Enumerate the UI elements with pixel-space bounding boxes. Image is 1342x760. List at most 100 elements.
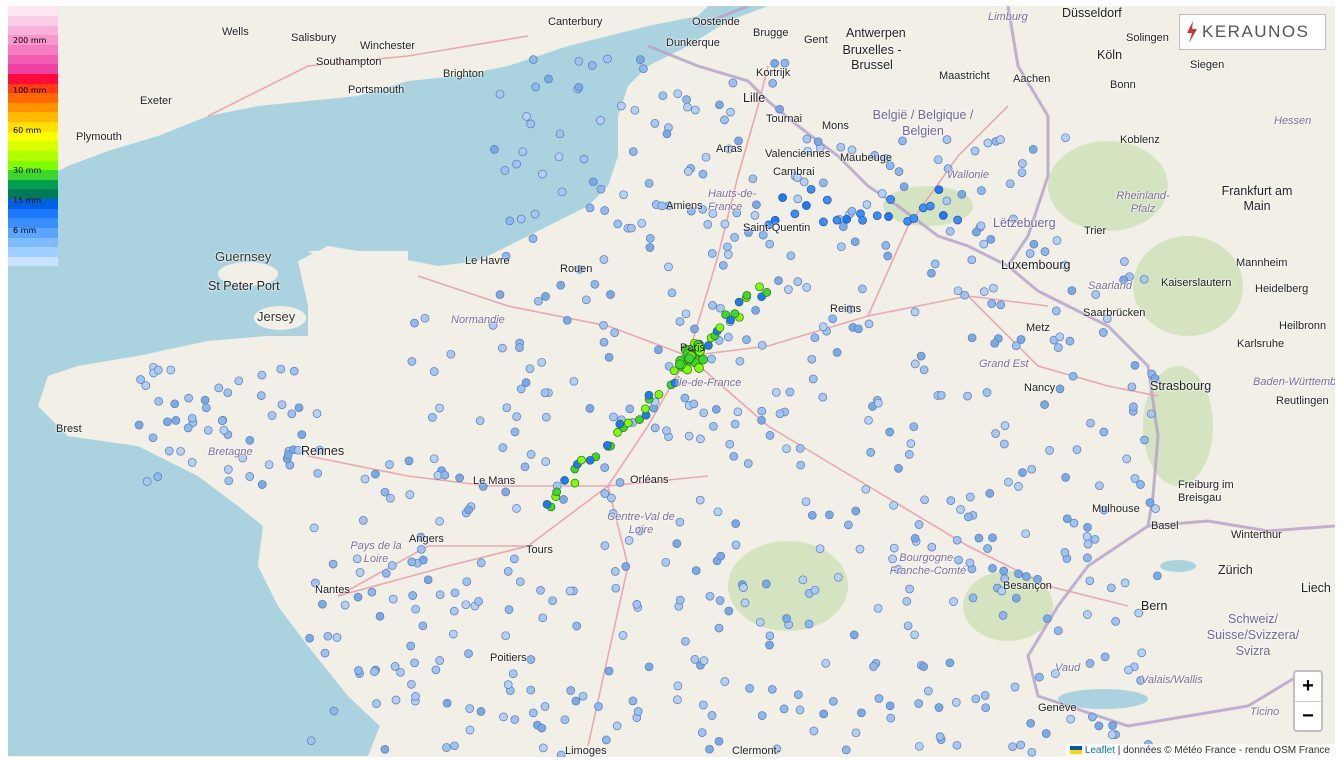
city-label: Strasbourg xyxy=(1150,379,1212,393)
rain-station-dot xyxy=(1082,532,1092,541)
rain-station-dot xyxy=(662,426,671,436)
rain-station-dot xyxy=(474,596,483,606)
rain-station-dot xyxy=(1025,249,1035,258)
rain-station-dot xyxy=(762,288,772,297)
rain-station-dot xyxy=(1120,578,1130,588)
rain-station-dot xyxy=(245,472,255,481)
zoom-in-button[interactable]: + xyxy=(1295,672,1321,702)
rain-station-dot xyxy=(476,558,486,568)
rain-station-dot xyxy=(698,354,708,365)
region-label: Hauts-de-France xyxy=(708,188,757,213)
rain-station-dot xyxy=(1067,286,1077,295)
rain-station-dot xyxy=(690,105,700,115)
rain-station-dot xyxy=(1065,336,1075,346)
rain-station-dot xyxy=(455,473,464,483)
rain-station-dot xyxy=(765,239,775,249)
rain-station-dot xyxy=(795,705,805,715)
rain-station-dot xyxy=(312,409,322,418)
rain-station-dot xyxy=(906,439,916,448)
rain-station-dot xyxy=(886,713,896,723)
rain-station-dot xyxy=(708,301,717,310)
city-label: Solingen xyxy=(1126,32,1169,44)
city-label: Brest xyxy=(56,423,82,435)
region-label: Baden-Württemb xyxy=(1253,376,1335,388)
region-label: Pays de la Loire xyxy=(350,540,402,565)
rain-station-dot xyxy=(464,649,473,658)
rain-station-dot xyxy=(612,721,622,731)
rain-station-dot xyxy=(790,209,800,219)
rain-station-dot xyxy=(765,631,775,641)
rain-station-dot xyxy=(963,391,972,401)
rain-station-dot xyxy=(673,695,682,705)
rain-station-dot xyxy=(1086,418,1095,428)
rain-station-dot xyxy=(510,554,519,564)
rain-station-dot xyxy=(914,520,924,529)
rain-station-dot xyxy=(923,686,933,696)
rain-station-dot xyxy=(949,597,958,606)
city-label: Arras xyxy=(716,143,743,155)
map-canvas[interactable]: Paris xyxy=(8,6,1335,757)
rain-station-dot xyxy=(725,439,735,449)
rain-station-dot xyxy=(1061,133,1070,143)
rain-station-dot xyxy=(615,478,625,487)
rain-station-dot xyxy=(1108,721,1117,730)
zoom-out-button[interactable]: − xyxy=(1295,702,1321,731)
rain-station-dot xyxy=(1029,239,1039,249)
rain-station-dot xyxy=(899,182,909,192)
rain-station-dot xyxy=(596,184,606,194)
keraunos-logo[interactable]: KERAUNOS xyxy=(1179,14,1326,50)
city-label: Besançon xyxy=(1003,580,1052,592)
rain-station-dot xyxy=(1130,360,1140,370)
legend-color-band xyxy=(8,63,58,74)
rain-station-dot xyxy=(372,699,381,708)
rain-station-dot xyxy=(332,633,342,642)
rain-station-dot xyxy=(153,365,163,375)
leaflet-link[interactable]: Leaflet xyxy=(1085,745,1115,756)
rain-station-dot xyxy=(538,743,548,753)
rain-station-dot xyxy=(748,174,758,184)
rain-station-dot xyxy=(982,388,992,397)
rain-station-dot xyxy=(664,262,673,272)
rain-station-dot xyxy=(801,497,811,507)
legend-color-band xyxy=(8,6,58,17)
rain-station-dot xyxy=(522,112,531,121)
legend-color-band xyxy=(8,15,58,26)
rain-station-dot xyxy=(739,583,748,592)
rain-station-dot xyxy=(987,299,997,308)
rain-station-dot xyxy=(715,323,725,333)
legend-color-band xyxy=(8,111,58,123)
rain-station-dot xyxy=(142,477,152,486)
region-label: Saarland xyxy=(1088,280,1133,292)
rain-station-dot xyxy=(983,138,993,148)
rain-station-dot xyxy=(989,283,998,293)
rain-station-dot xyxy=(630,105,640,115)
country-label: Lëtzebuerg xyxy=(993,216,1056,230)
rain-station-dot xyxy=(809,726,819,736)
rain-station-dot xyxy=(590,279,600,289)
rain-station-dot xyxy=(661,557,671,567)
rain-station-dot xyxy=(731,540,741,550)
rain-station-dot xyxy=(1124,665,1133,675)
rain-station-dot xyxy=(435,656,445,665)
rain-station-dot xyxy=(730,233,739,242)
rain-station-dot xyxy=(429,367,439,376)
rain-station-dot xyxy=(841,745,851,755)
rain-station-dot xyxy=(884,212,893,221)
rain-station-dot xyxy=(1094,721,1104,731)
rain-station-dot xyxy=(234,376,244,386)
island-label: Jersey xyxy=(257,309,296,324)
rain-station-dot xyxy=(731,519,741,528)
rain-station-dot xyxy=(847,206,857,216)
rain-station-dot xyxy=(552,487,562,497)
city-label: Heidelberg xyxy=(1255,283,1309,295)
rain-station-dot xyxy=(1062,514,1072,524)
city-label: Salisbury xyxy=(291,32,337,44)
rain-station-dot xyxy=(396,667,405,677)
rain-station-dot xyxy=(953,215,963,225)
rain-station-dot xyxy=(730,309,740,318)
rain-station-dot xyxy=(785,387,795,397)
rain-station-dot xyxy=(1018,159,1027,168)
map-container[interactable]: Paris Wells Salisbury Winchester Canterb… xyxy=(8,6,1335,757)
rain-station-dot xyxy=(734,297,744,307)
attribution-text: | données © Météo France - rendu OSM Fra… xyxy=(1114,745,1330,756)
